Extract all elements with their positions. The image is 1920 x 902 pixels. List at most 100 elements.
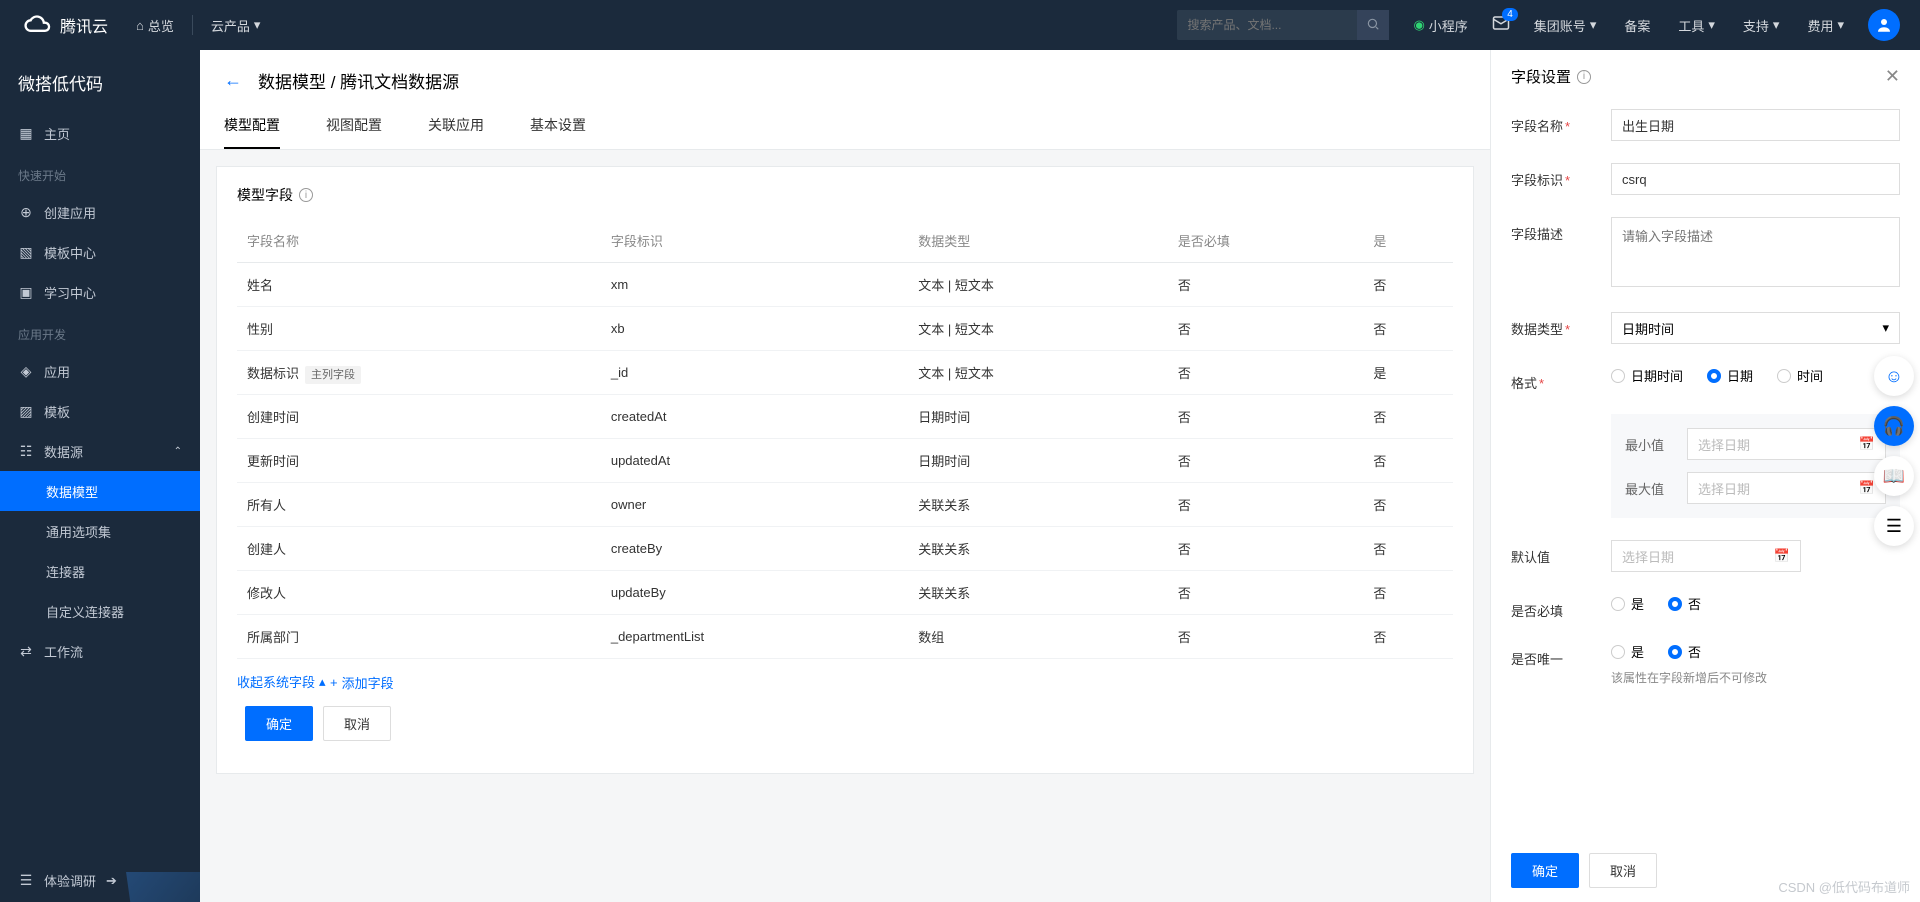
required-yes[interactable]: 是: [1611, 594, 1644, 613]
sidebar-template-center[interactable]: ▧模板中心: [0, 232, 200, 272]
field-name-cell: 所属部门: [237, 615, 601, 659]
cell: 日期时间: [908, 395, 1168, 439]
tab-related-apps[interactable]: 关联应用: [428, 103, 484, 149]
range-block: 最小值 选择日期📅 最大值 选择日期📅: [1611, 414, 1900, 518]
panel-cancel-button[interactable]: 取消: [1589, 853, 1657, 888]
sidebar-connector[interactable]: 连接器: [0, 551, 200, 591]
field-id-label: 字段标识*: [1511, 163, 1611, 189]
required-radio-group: 是 否: [1611, 594, 1900, 613]
info-icon[interactable]: i: [1577, 70, 1591, 84]
status-dot-icon: ◉: [1413, 17, 1424, 33]
cell: 文本 | 短文本: [908, 351, 1168, 395]
datatype-select[interactable]: 日期时间 ▾: [1611, 312, 1900, 344]
format-radio-date[interactable]: 日期: [1707, 366, 1753, 385]
nav-overview[interactable]: ⌂ 总览: [122, 0, 188, 50]
field-settings-panel: 字段设置 i ✕ 字段名称* 字段标识* 字段描述 数据类型*: [1490, 50, 1920, 902]
beian-link[interactable]: 备案: [1610, 0, 1664, 50]
messages-icon[interactable]: 4: [1482, 14, 1520, 37]
cell: 是: [1363, 351, 1453, 395]
plus-icon: +: [330, 675, 338, 690]
field-name-input[interactable]: [1611, 109, 1900, 141]
cell: 否: [1363, 615, 1453, 659]
sidebar-apps[interactable]: ◈应用: [0, 351, 200, 391]
tab-model-config[interactable]: 模型配置: [224, 103, 280, 149]
cell: 数组: [908, 615, 1168, 659]
cancel-button[interactable]: 取消: [323, 706, 391, 741]
cell: _departmentList: [601, 615, 908, 659]
format-radio-time[interactable]: 时间: [1777, 366, 1823, 385]
chevron-down-icon: ▾: [1773, 17, 1780, 33]
brand-logo[interactable]: 腾讯云: [10, 11, 122, 39]
tools-dropdown[interactable]: 工具▾: [1664, 0, 1729, 50]
required-no[interactable]: 否: [1668, 594, 1701, 613]
brand-text: 腾讯云: [60, 13, 108, 37]
back-button[interactable]: ←: [224, 70, 242, 91]
default-date-input[interactable]: 选择日期📅: [1611, 540, 1801, 572]
sidebar-data-model[interactable]: 数据模型: [0, 471, 200, 511]
template-icon: ▧: [18, 244, 34, 261]
min-date-input[interactable]: 选择日期📅: [1687, 428, 1886, 460]
datatype-label: 数据类型*: [1511, 312, 1611, 338]
table-row[interactable]: 数据标识主列字段_id文本 | 短文本否是: [237, 351, 1453, 395]
sidebar-cat-appdev: 应用开发: [0, 312, 200, 351]
panel-confirm-button[interactable]: 确定: [1511, 853, 1579, 888]
cell: 日期时间: [908, 439, 1168, 483]
avatar[interactable]: [1868, 9, 1900, 41]
sidebar-create-app[interactable]: ⊕创建应用: [0, 192, 200, 232]
field-name-cell: 创建人: [237, 527, 601, 571]
nav-products[interactable]: 云产品 ▾: [197, 0, 275, 50]
cell: 否: [1168, 571, 1364, 615]
field-desc-input[interactable]: [1611, 217, 1900, 287]
sidebar-datasource[interactable]: ☷数据源⌃: [0, 431, 200, 471]
table-header: 字段名称: [237, 219, 601, 263]
table-row[interactable]: 更新时间updatedAt日期时间否否: [237, 439, 1453, 483]
sidebar-workflow[interactable]: ⇄工作流: [0, 631, 200, 671]
cell: 否: [1363, 263, 1453, 307]
info-icon[interactable]: i: [299, 188, 313, 202]
account-dropdown[interactable]: 集团账号▾: [1520, 0, 1611, 50]
fee-dropdown[interactable]: 费用▾: [1793, 0, 1858, 50]
close-panel-button[interactable]: ✕: [1885, 66, 1900, 87]
format-radio-datetime[interactable]: 日期时间: [1611, 366, 1683, 385]
sidebar-option-set[interactable]: 通用选项集: [0, 511, 200, 551]
cell: 否: [1168, 483, 1364, 527]
cell: 否: [1363, 527, 1453, 571]
miniprogram-link[interactable]: ◉ 小程序: [1399, 0, 1481, 50]
menu-toggle-button[interactable]: ☰: [1874, 506, 1914, 546]
support-dropdown[interactable]: 支持▾: [1729, 0, 1794, 50]
table-row[interactable]: 所有人owner关联关系否否: [237, 483, 1453, 527]
docs-button[interactable]: 📖: [1874, 456, 1914, 496]
cloud-icon: [24, 11, 52, 39]
table-row[interactable]: 所属部门_departmentList数组否否: [237, 615, 1453, 659]
cell: 否: [1168, 263, 1364, 307]
user-icon: [1875, 16, 1893, 34]
msg-badge: 4: [1502, 8, 1518, 21]
support-chat-button[interactable]: 🎧: [1874, 406, 1914, 446]
sidebar-learn-center[interactable]: ▣学习中心: [0, 272, 200, 312]
unique-yes[interactable]: 是: [1611, 642, 1644, 661]
sidebar-custom-connector[interactable]: 自定义连接器: [0, 591, 200, 631]
table-row[interactable]: 姓名xm文本 | 短文本否否: [237, 263, 1453, 307]
panel-actions: 确定 取消: [1491, 839, 1920, 902]
confirm-button[interactable]: 确定: [245, 706, 313, 741]
table-row[interactable]: 性别xb文本 | 短文本否否: [237, 307, 1453, 351]
sidebar-home[interactable]: ▦主页: [0, 113, 200, 153]
field-id-input[interactable]: [1611, 163, 1900, 195]
tab-basic-settings[interactable]: 基本设置: [530, 103, 586, 149]
search-input[interactable]: [1177, 10, 1357, 40]
table-row[interactable]: 创建人createBy关联关系否否: [237, 527, 1453, 571]
max-date-input[interactable]: 选择日期📅: [1687, 472, 1886, 504]
collapse-system-fields[interactable]: 收起系统字段 ▴: [237, 672, 326, 691]
table-row[interactable]: 修改人updateBy关联关系否否: [237, 571, 1453, 615]
fields-table: 字段名称字段标识数据类型是否必填是 姓名xm文本 | 短文本否否性别xb文本 |…: [237, 219, 1453, 659]
add-field-button[interactable]: + 添加字段: [330, 673, 394, 692]
database-icon: ☷: [18, 443, 34, 460]
sidebar-templates[interactable]: ▨模板: [0, 391, 200, 431]
unique-no[interactable]: 否: [1668, 642, 1701, 661]
table-row[interactable]: 创建时间createdAt日期时间否否: [237, 395, 1453, 439]
feedback-button[interactable]: ☺: [1874, 356, 1914, 396]
calendar-icon: 📅: [1859, 480, 1875, 496]
search-button[interactable]: [1357, 10, 1389, 40]
tab-view-config[interactable]: 视图配置: [326, 103, 382, 149]
cell: 文本 | 短文本: [908, 263, 1168, 307]
